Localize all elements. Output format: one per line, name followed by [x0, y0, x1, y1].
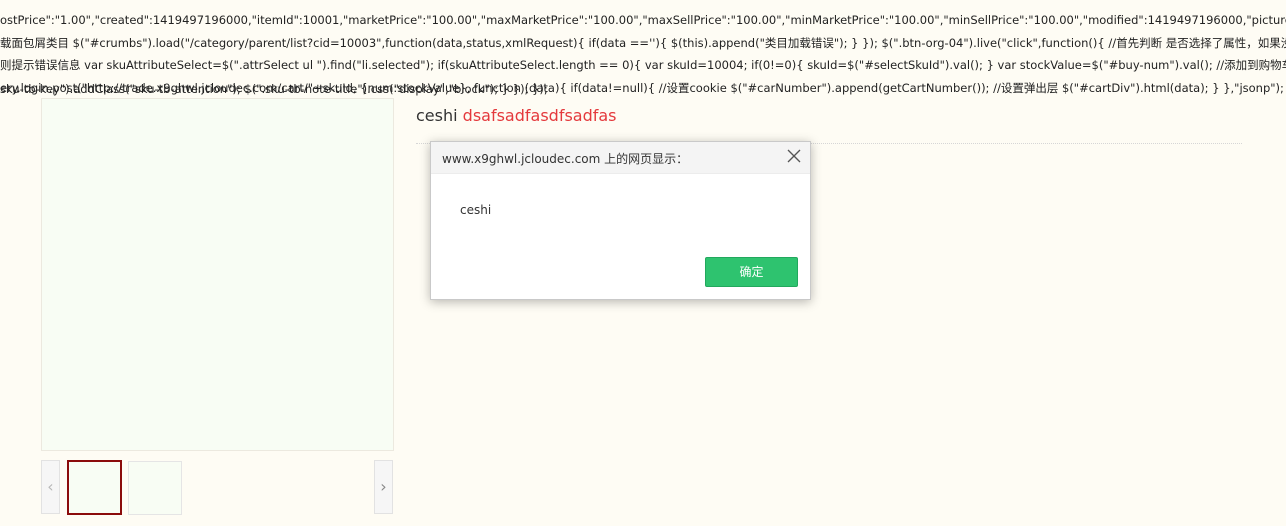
chevron-right-icon: › — [380, 477, 387, 496]
product-main-image — [41, 98, 394, 451]
source-code-line: 载面包屑类目 $("#crumbs").load("/category/pare… — [0, 36, 1286, 50]
thumbnail-prev-button[interactable]: ‹ — [41, 460, 60, 514]
alert-dialog: www.x9ghwl.jcloudec.com 上的网页显示： ceshi 确定 — [430, 141, 811, 300]
chevron-left-icon: ‹ — [47, 477, 54, 496]
ok-button[interactable]: 确定 — [705, 257, 798, 287]
product-title: ceshi dsafsadfasdfsadfas — [416, 106, 617, 125]
product-name: ceshi — [416, 106, 458, 125]
product-subtitle: dsafsadfasdfsadfas — [462, 106, 617, 125]
thumbnail-2[interactable] — [128, 461, 182, 515]
dialog-header: www.x9ghwl.jcloudec.com 上的网页显示： — [431, 142, 810, 174]
source-code-line: 则提示错误信息 var skuAttributeSelect=$(".attrS… — [0, 58, 1286, 72]
thumbnail-1[interactable] — [67, 460, 122, 515]
source-code-line: ostPrice":"1.00","created":1419497196000… — [0, 13, 1286, 27]
source-code-line-5: sku-tb-key").addClass("sku-tb-attention"… — [0, 82, 548, 96]
close-icon[interactable] — [786, 148, 802, 164]
dialog-title: www.x9ghwl.jcloudec.com 上的网页显示： — [442, 152, 689, 166]
dialog-message: ceshi — [460, 203, 492, 217]
thumbnail-next-button[interactable]: › — [374, 460, 393, 514]
